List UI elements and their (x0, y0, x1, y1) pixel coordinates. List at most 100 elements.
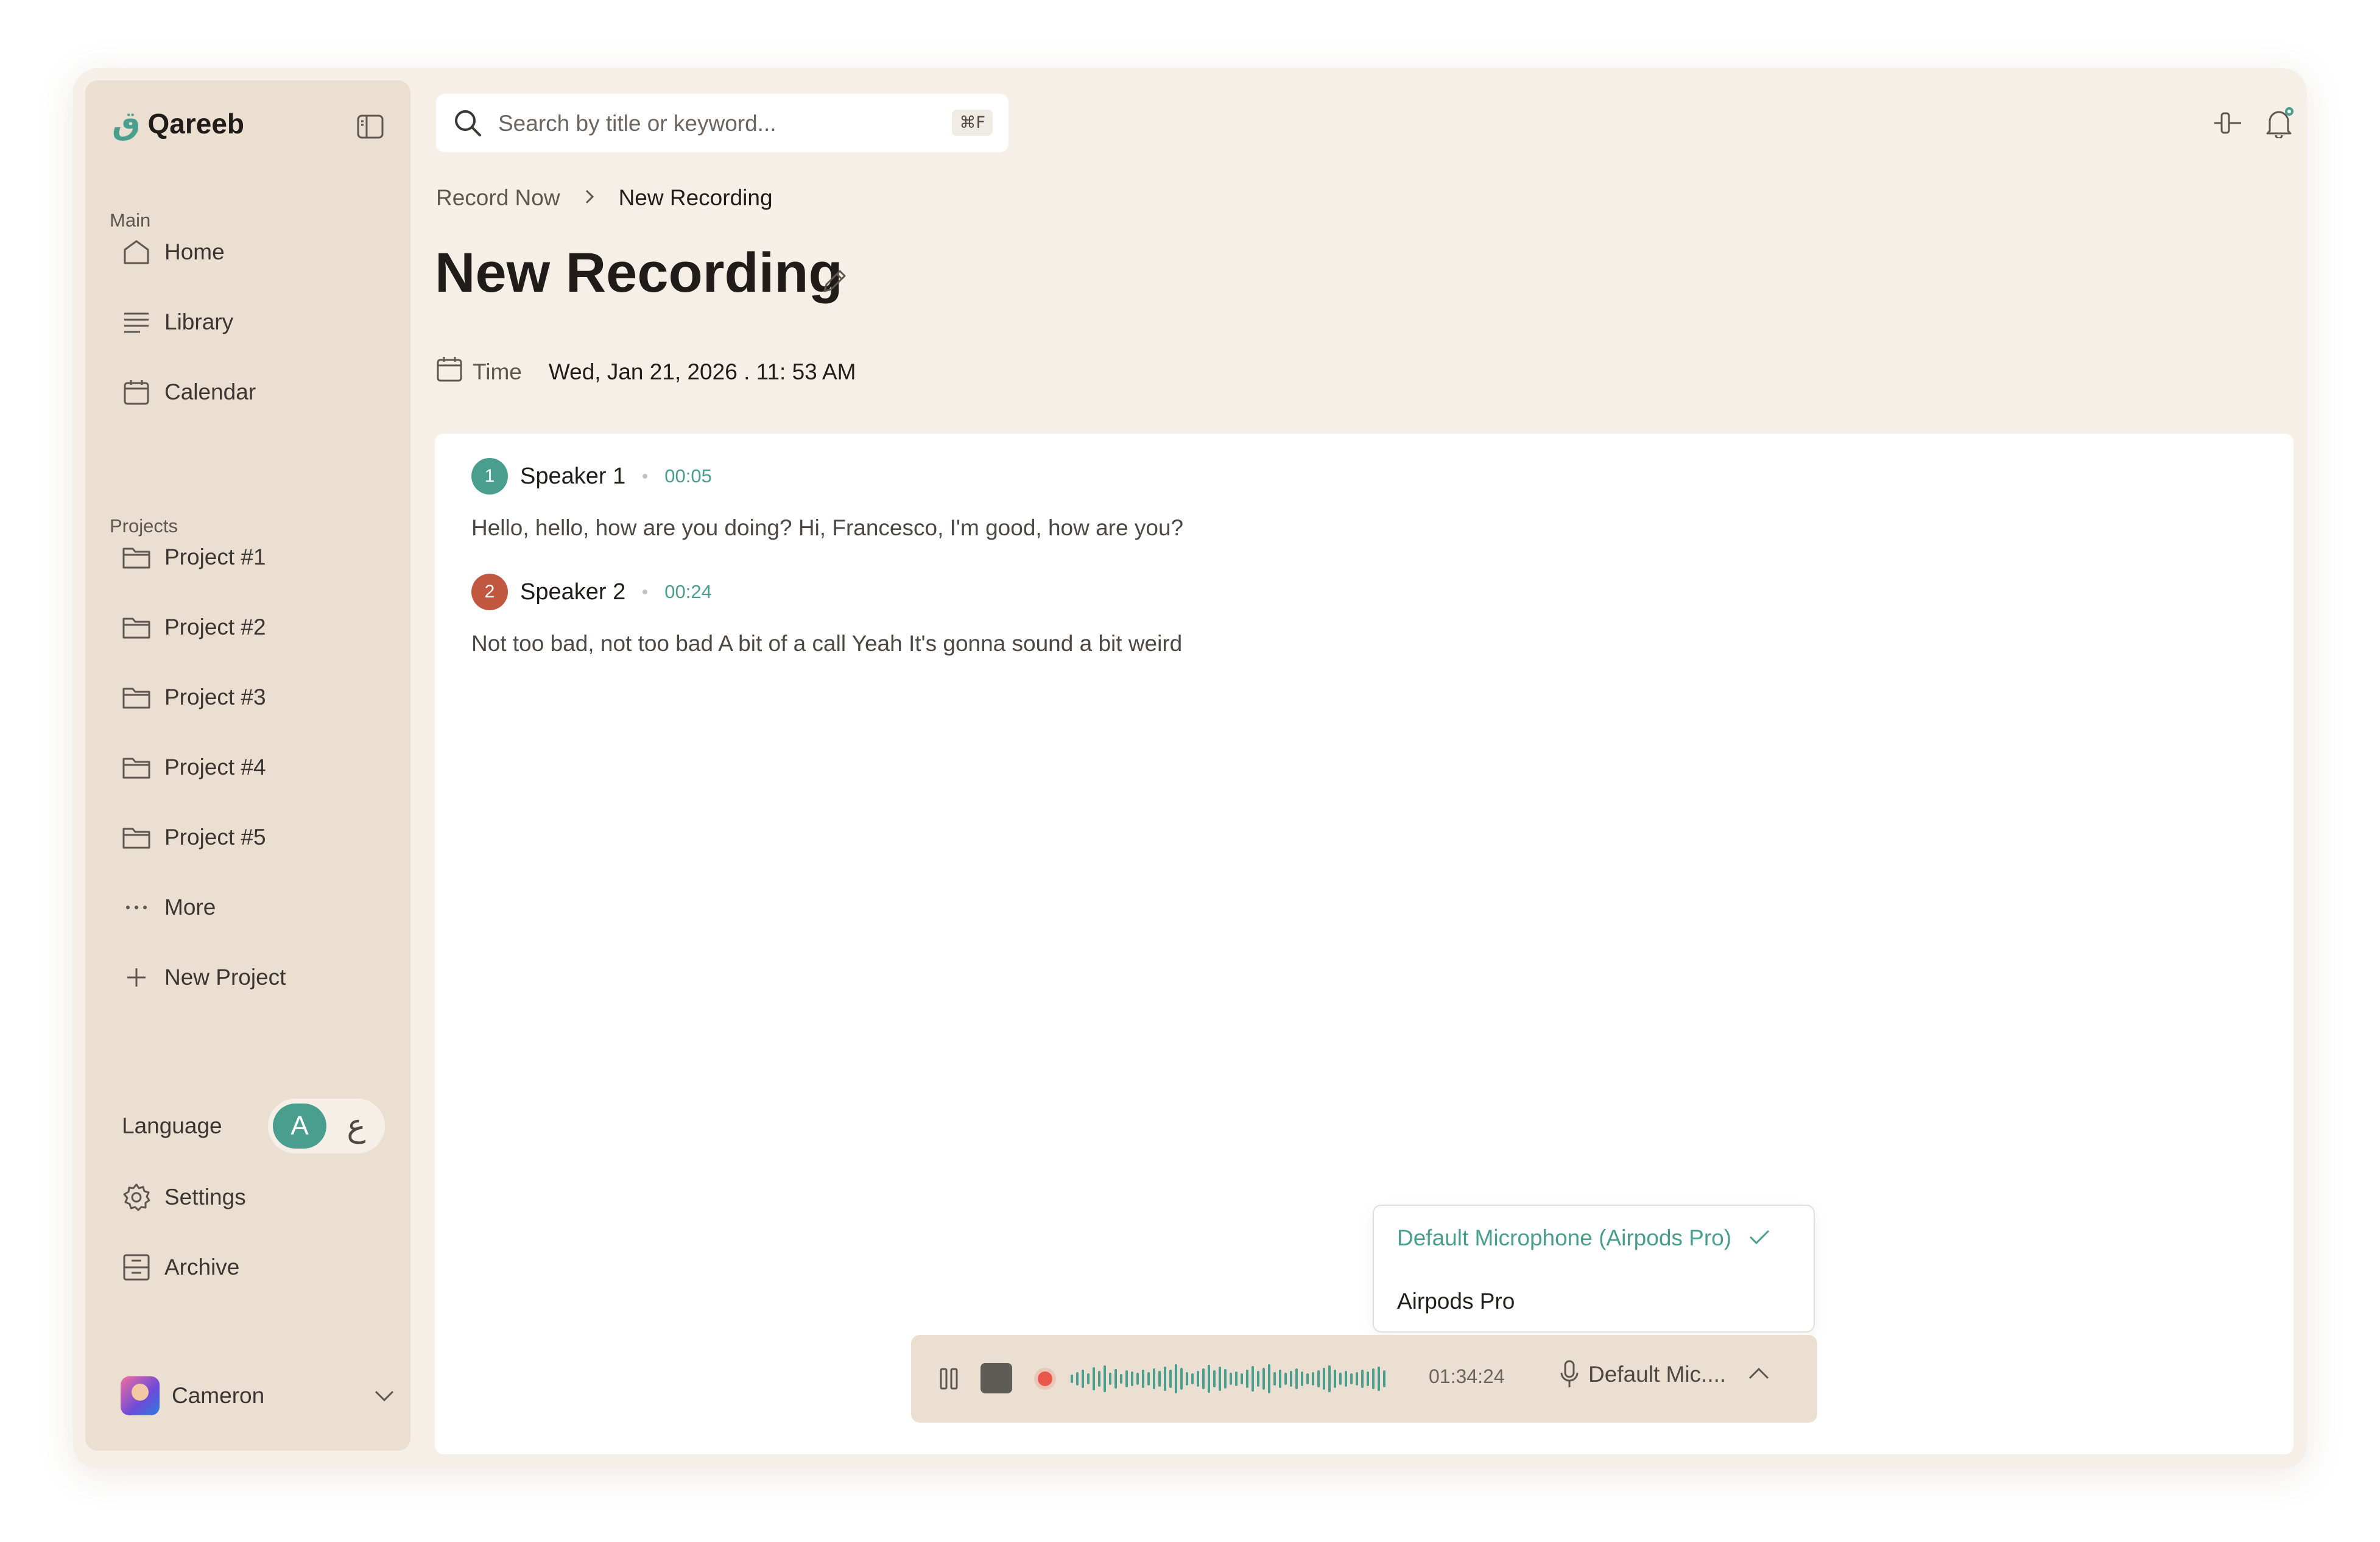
mic-option-label: Airpods Pro (1397, 1289, 1515, 1314)
chevron-right-icon (585, 185, 594, 211)
sidebar-item-calendar[interactable]: Calendar (121, 368, 389, 417)
waveform-bar (1306, 1373, 1309, 1384)
sidebar-item-archive[interactable]: Archive (121, 1243, 389, 1292)
app-logo[interactable]: ق Qareeb (112, 107, 244, 140)
waveform-bar (1224, 1369, 1227, 1389)
microphone-icon (1560, 1360, 1579, 1387)
user-name: Cameron (172, 1383, 265, 1408)
waveform-bar (1252, 1366, 1254, 1392)
user-menu[interactable]: Cameron (121, 1375, 395, 1417)
page-title: New Recording (435, 242, 843, 304)
waveform-bar (1082, 1370, 1084, 1388)
waveform-bar (1246, 1370, 1248, 1388)
timeline-button[interactable] (2208, 104, 2247, 143)
time-label: Time (473, 359, 522, 384)
waveform-bar (1104, 1365, 1106, 1392)
stop-button[interactable] (981, 1363, 1012, 1393)
edit-title-button[interactable] (821, 267, 849, 298)
sidebar-item-label: Archive (164, 1255, 240, 1280)
search-bar: ⌘F (436, 94, 1009, 152)
waveform-bar (1312, 1372, 1314, 1385)
speaker-header: 1 Speaker 1 00:05 (471, 458, 712, 495)
transcript-card: 1 Speaker 1 00:05 Hello, hello, how are … (435, 434, 2294, 1454)
mic-option-label: Default Microphone (Airpods Pro) (1397, 1225, 1732, 1250)
recording-indicator (1038, 1371, 1052, 1386)
timestamp[interactable]: 00:24 (664, 581, 712, 603)
pencil-icon (823, 270, 846, 292)
waveform-bar (1076, 1372, 1079, 1385)
waveform-bar (1136, 1373, 1139, 1385)
waveform-bar (1098, 1371, 1100, 1387)
mic-option-default[interactable]: Default Microphone (Airpods Pro) (1397, 1225, 1770, 1251)
sidebar-item-home[interactable]: Home (121, 228, 389, 276)
microphone-selector[interactable]: Default Mic.... (1559, 1359, 1726, 1390)
calendar-icon (436, 356, 463, 388)
ellipsis-icon (121, 892, 152, 923)
chevron-up-icon[interactable] (1748, 1367, 1770, 1383)
sidebar-item-project-4[interactable]: Project #4 (121, 743, 389, 792)
waveform-bar (1262, 1368, 1265, 1390)
sidebar-item-label: Settings (164, 1185, 246, 1209)
mic-option-airpods[interactable]: Airpods Pro (1397, 1289, 1515, 1314)
folder-icon (121, 822, 152, 853)
waveform-bar (1142, 1370, 1144, 1388)
notification-dot (2285, 107, 2294, 116)
timeline-icon (2214, 112, 2241, 134)
waveform-bar (1164, 1367, 1166, 1391)
speaker-badge: 2 (471, 574, 508, 610)
waveform-bar (1120, 1374, 1122, 1384)
waveform-bar (1273, 1372, 1276, 1385)
waveform-bar (1323, 1368, 1325, 1390)
speaker-name: Speaker 1 (520, 463, 626, 489)
search-input[interactable] (497, 106, 889, 141)
waveform-bar (1213, 1370, 1216, 1387)
sidebar-item-label: Project #5 (164, 825, 266, 850)
waveform-bar (1208, 1365, 1210, 1393)
transcript-text: Not too bad, not too bad A bit of a call… (471, 631, 1183, 656)
recorder-bar: 01:34:24 Default Mic.... (911, 1335, 1817, 1423)
waveform-bar (1087, 1373, 1090, 1384)
sidebar-item-project-5[interactable]: Project #5 (121, 813, 389, 862)
waveform-bar (1186, 1372, 1188, 1385)
language-option-english[interactable]: A (273, 1104, 326, 1149)
waveform-bar (1284, 1373, 1287, 1385)
waveform-bar (1241, 1373, 1243, 1384)
waveform-bar (1235, 1371, 1238, 1386)
timestamp[interactable]: 00:05 (664, 465, 712, 487)
plus-icon (121, 962, 152, 993)
breadcrumb-current: New Recording (618, 185, 773, 210)
waveform-bar (1202, 1368, 1205, 1389)
recording-time-row: Time Wed, Jan 21, 2026 . 11: 53 AM (436, 356, 856, 388)
sidebar-item-new-project[interactable]: New Project (121, 953, 389, 1002)
breadcrumb-parent[interactable]: Record Now (436, 185, 560, 211)
waveform-bar (1301, 1371, 1303, 1386)
separator-dot (643, 474, 648, 479)
sidebar-item-label: Calendar (164, 379, 256, 404)
sidebar-item-settings[interactable]: Settings (121, 1173, 389, 1222)
sidebar-item-project-2[interactable]: Project #2 (121, 603, 389, 652)
sidebar-collapse-button[interactable] (353, 110, 387, 144)
notifications-button[interactable] (2259, 104, 2298, 143)
waveform-bar (1230, 1373, 1232, 1385)
sidebar-item-label: Library (164, 309, 234, 334)
microphone-label: Default Mic.... (1588, 1362, 1727, 1387)
waveform-bar (1125, 1370, 1128, 1387)
waveform-bar (1339, 1373, 1342, 1385)
waveform-bar (1383, 1370, 1385, 1387)
sidebar-item-library[interactable]: Library (121, 298, 389, 347)
sidebar-item-more[interactable]: More (121, 883, 389, 932)
elapsed-time: 01:34:24 (1429, 1365, 1505, 1387)
sidebar-item-project-1[interactable]: Project #1 (121, 533, 389, 582)
archive-icon (121, 1252, 152, 1283)
language-toggle[interactable]: A ع (268, 1099, 385, 1153)
pause-button[interactable] (939, 1362, 960, 1398)
logo-mark-icon: ق (112, 106, 141, 141)
waveform-bar (1361, 1370, 1364, 1388)
language-option-arabic[interactable]: ع (335, 1104, 378, 1149)
speaker-name: Speaker 2 (520, 579, 626, 605)
speaker-badge: 1 (471, 458, 508, 495)
waveform-bar (1295, 1368, 1298, 1389)
folder-icon (121, 541, 152, 573)
sidebar-item-project-3[interactable]: Project #3 (121, 673, 389, 722)
waveform-bar (1372, 1368, 1375, 1389)
